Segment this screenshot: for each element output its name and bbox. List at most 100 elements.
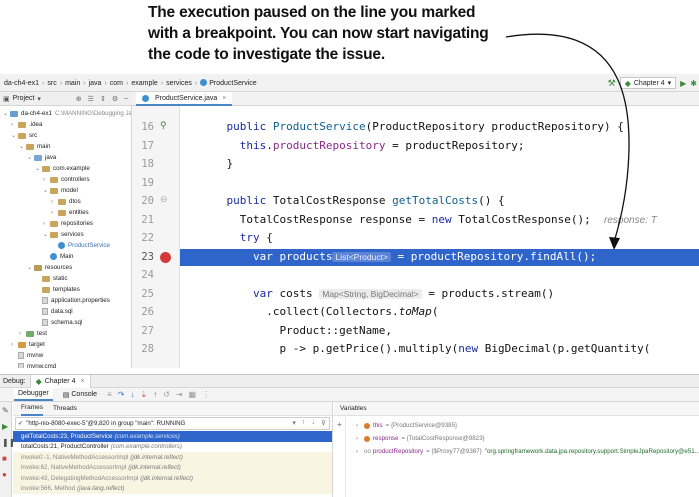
code-line[interactable]: public ProductService(ProductRepository … bbox=[200, 119, 624, 136]
run-icon[interactable]: ▶ bbox=[680, 79, 686, 88]
chevron-right-icon[interactable]: › bbox=[11, 342, 18, 348]
view-breakpoints-icon[interactable]: ● bbox=[2, 470, 7, 479]
chevron-right-icon[interactable]: › bbox=[19, 331, 26, 337]
tab-frames[interactable]: Frames bbox=[21, 402, 44, 416]
tree-item[interactable]: › entities bbox=[51, 207, 89, 218]
code-line[interactable]: p -> p.getPrice().multiply(new BigDecima… bbox=[200, 341, 650, 358]
breadcrumb-item[interactable]: example bbox=[131, 80, 157, 87]
chevron-down-icon[interactable]: ⌄ bbox=[35, 165, 42, 172]
code-line[interactable]: var costs Map<String, BigDecimal> = prod… bbox=[200, 286, 554, 303]
filter-icon[interactable]: ⊽ bbox=[321, 419, 326, 427]
code-line[interactable]: } bbox=[200, 156, 233, 173]
breadcrumb-item[interactable]: src bbox=[47, 80, 56, 87]
editor-gutter[interactable]: 16 17 18 19 20 21 22 23 24 25 26 27 28 ⚲ ⊖ bbox=[132, 106, 180, 368]
tree-item[interactable]: ⌄ java bbox=[27, 152, 56, 163]
tree-item[interactable]: ⌄ resources bbox=[27, 262, 72, 273]
show-execution-point-icon[interactable]: ≡ bbox=[107, 390, 112, 399]
chevron-down-icon[interactable]: ⌄ bbox=[27, 154, 34, 161]
tab-debugger[interactable]: Debugger bbox=[14, 388, 53, 401]
gear-icon[interactable]: ⚙ bbox=[112, 95, 118, 103]
breadcrumb-item[interactable]: da-ch4-ex1 bbox=[4, 80, 39, 87]
code-line[interactable]: var products List<Product> = productRepos… bbox=[200, 249, 596, 266]
stack-frame[interactable]: invoke:62, NativeMethodAccessorImpl (jdk.… bbox=[13, 462, 332, 473]
trace-icon[interactable]: ⋮ bbox=[202, 390, 210, 399]
code-line[interactable]: Product::getName, bbox=[200, 323, 392, 340]
drop-frame-icon[interactable]: ↺ bbox=[163, 390, 170, 399]
arrow-down-icon[interactable]: ↓ bbox=[311, 419, 315, 427]
stop-icon[interactable]: ■ bbox=[2, 454, 7, 463]
chevron-right-icon[interactable]: › bbox=[51, 199, 58, 205]
code-line[interactable]: try { bbox=[200, 230, 273, 247]
fold-icon[interactable]: ⊖ bbox=[160, 194, 168, 205]
tree-item[interactable]: application.properties bbox=[35, 295, 110, 306]
tab-product-service[interactable]: ProductService.java × bbox=[136, 92, 233, 106]
close-icon[interactable]: × bbox=[80, 378, 84, 385]
run-to-cursor-icon[interactable]: ⇥ bbox=[176, 390, 183, 399]
tree-item[interactable]: › repositories bbox=[43, 218, 93, 229]
stack-frame[interactable]: getTotalCosts:23, ProductService (com.exa… bbox=[13, 431, 332, 442]
tree-item[interactable]: › test bbox=[19, 328, 47, 339]
stack-frame[interactable]: invoke:566, Method (java.lang.reflect) bbox=[13, 483, 332, 494]
chevron-down-icon[interactable]: ⌄ bbox=[3, 110, 10, 117]
force-step-into-icon[interactable]: ⇣ bbox=[140, 390, 147, 399]
arrow-up-icon[interactable]: ↑ bbox=[302, 419, 306, 427]
chevron-down-icon[interactable]: ⌄ bbox=[27, 264, 34, 271]
tree-item[interactable]: › controllers bbox=[43, 174, 90, 185]
stack-frame[interactable]: totalCosts:21, ProductController (com.exa… bbox=[13, 442, 332, 453]
tree-item[interactable]: static bbox=[35, 273, 67, 284]
chevron-down-icon[interactable]: ⌄ bbox=[19, 143, 26, 150]
tree-item[interactable]: ProductService bbox=[51, 240, 110, 251]
project-panel-title[interactable]: Project bbox=[13, 95, 35, 102]
tree-item[interactable]: › dtos bbox=[51, 196, 81, 207]
step-out-icon[interactable]: ↑ bbox=[153, 390, 157, 399]
run-configuration-select[interactable]: ◆ Chapter 4 ▾ bbox=[619, 77, 677, 89]
tree-item[interactable]: › .idea bbox=[11, 119, 42, 130]
resume-icon[interactable]: ▶ bbox=[2, 422, 8, 431]
tree-item[interactable]: templates bbox=[35, 284, 80, 295]
breadcrumb-item[interactable]: java bbox=[89, 80, 102, 87]
tree-item[interactable]: ⌄ src bbox=[11, 130, 37, 141]
breadcrumb-item[interactable]: ProductService bbox=[209, 80, 256, 87]
tree-item[interactable]: › target bbox=[11, 339, 45, 350]
tree-item[interactable]: ⌄ model bbox=[43, 185, 78, 196]
tree-item[interactable]: data.sql bbox=[35, 306, 73, 317]
debug-icon[interactable]: ✱ bbox=[690, 79, 697, 88]
chevron-right-icon[interactable]: › bbox=[356, 435, 364, 442]
breakpoint-icon[interactable] bbox=[160, 251, 171, 263]
tree-item[interactable]: Main bbox=[43, 251, 73, 262]
stack-frame[interactable]: invoke0:-1, NativeMethodAccessorImpl (jdk… bbox=[13, 452, 332, 463]
breadcrumb-item[interactable]: services bbox=[166, 80, 192, 87]
step-into-icon[interactable]: ↓ bbox=[130, 390, 134, 399]
step-over-icon[interactable]: ↷ bbox=[118, 390, 125, 399]
chevron-right-icon[interactable]: › bbox=[11, 122, 18, 128]
variable-row[interactable]: › this = {ProductService@9385} bbox=[356, 420, 457, 431]
chevron-down-icon[interactable]: ⌄ bbox=[43, 231, 50, 238]
add-watch-icon[interactable]: + bbox=[337, 420, 342, 429]
variable-row[interactable]: › oo productRepository = {$Proxy77@9387} "or… bbox=[356, 446, 699, 457]
tree-item[interactable]: ⌄ da-ch4-ex1C:\MANNING\Debugging Java App… bbox=[3, 108, 131, 119]
tab-console[interactable]: ▤ Console bbox=[59, 388, 101, 401]
tree-item[interactable]: ⌄ services bbox=[43, 229, 84, 240]
chevron-right-icon[interactable]: › bbox=[43, 177, 50, 183]
tree-item[interactable]: schema.sql bbox=[35, 317, 82, 328]
build-hammer-icon[interactable]: ⚒ bbox=[608, 78, 616, 89]
chevron-down-icon[interactable]: ⌄ bbox=[11, 132, 18, 139]
implementation-icon[interactable]: ⚲ bbox=[160, 120, 167, 131]
stack-frame[interactable]: invoke:43, DelegatingMethodAccessorImpl(… bbox=[13, 473, 332, 484]
tree-item[interactable]: ⌄ main bbox=[19, 141, 50, 152]
code-line[interactable]: TotalCostResponse response = new TotalCo… bbox=[200, 212, 657, 229]
evaluate-expression-icon[interactable]: ▦ bbox=[189, 390, 197, 399]
tree-item[interactable]: mvnw bbox=[11, 350, 43, 361]
chevron-right-icon[interactable]: › bbox=[43, 221, 50, 227]
chevron-down-icon[interactable]: ⌄ bbox=[43, 187, 50, 194]
code-line[interactable]: this.productRepository = productReposito… bbox=[200, 138, 525, 155]
locate-icon[interactable]: ⊕ bbox=[76, 95, 82, 103]
code-line[interactable]: .collect(Collectors.toMap( bbox=[200, 304, 438, 321]
thread-selector[interactable]: ✓ "http-nio-8080-exec-5"@9,820 in group … bbox=[15, 417, 330, 430]
code-editor[interactable]: var products List<Product> = productRepos… bbox=[132, 106, 699, 368]
breadcrumb-item[interactable]: com bbox=[110, 80, 123, 87]
expand-icon[interactable]: ⇕ bbox=[100, 95, 106, 103]
wrench-icon[interactable]: ✎ bbox=[2, 406, 9, 415]
debug-session-tab[interactable]: ◆ Chapter 4 × bbox=[29, 374, 91, 388]
variable-row[interactable]: › response = {TotalCostResponse@9823} bbox=[356, 433, 485, 444]
